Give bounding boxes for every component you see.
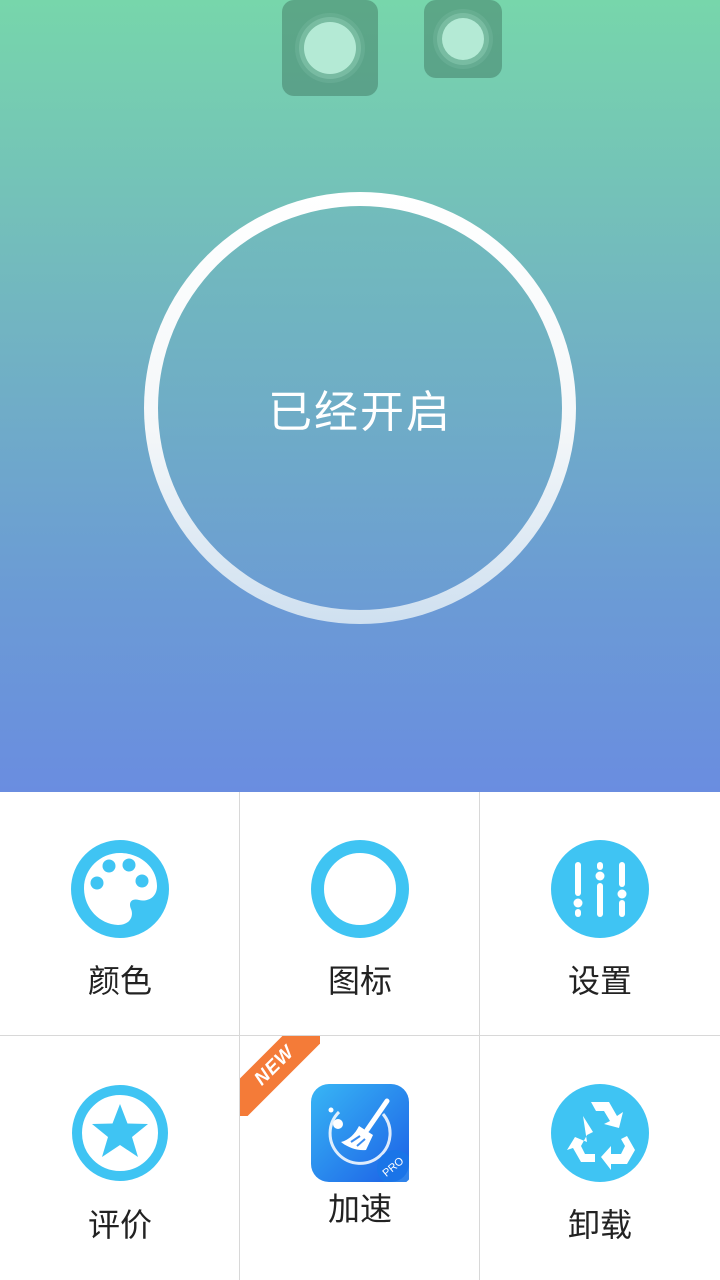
sliders-icon (551, 840, 649, 938)
palette-icon (71, 840, 169, 938)
broom-icon: PRO (311, 1084, 413, 1186)
floating-ball-large[interactable] (282, 0, 378, 96)
toggle-ring-inner: 已经开启 (158, 206, 562, 610)
hero-panel: 已经开启 (0, 0, 720, 792)
menu-item-icon-style[interactable]: 图标 (240, 792, 480, 1036)
recycle-icon (551, 1084, 649, 1182)
star-icon (71, 1084, 169, 1182)
floating-ball-icon (442, 18, 484, 60)
status-text: 已经开启 (268, 387, 452, 438)
menu-item-rate[interactable]: 评价 (0, 1036, 240, 1280)
menu-item-boost[interactable]: NEW PRO 加速 (240, 1036, 480, 1280)
toggle-ring-button[interactable]: 已经开启 (144, 192, 576, 624)
menu-item-settings[interactable]: 设置 (480, 792, 720, 1036)
ring-icon (311, 840, 409, 938)
menu-item-label: 设置 (567, 962, 632, 1000)
menu-item-uninstall[interactable]: 卸载 (480, 1036, 720, 1280)
new-badge: NEW (240, 1036, 320, 1116)
menu-item-label: 评价 (87, 1206, 152, 1244)
menu-item-color[interactable]: 颜色 (0, 792, 240, 1036)
floating-ball-small[interactable] (424, 0, 502, 78)
menu-item-label: 加速 (327, 1190, 392, 1228)
menu-item-label: 图标 (327, 962, 392, 1000)
floating-ball-icon (304, 22, 356, 74)
menu-item-label: 卸载 (567, 1206, 632, 1244)
menu-grid: 颜色 图标 设置 评价 NEW PRO 加速 卸载 (0, 792, 720, 1280)
menu-item-label: 颜色 (87, 962, 152, 1000)
